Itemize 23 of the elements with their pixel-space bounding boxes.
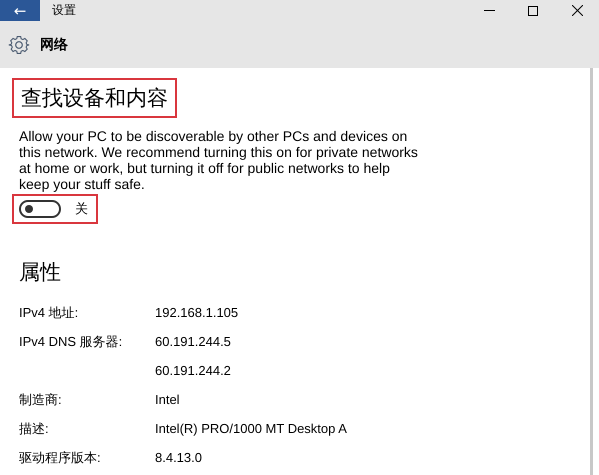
back-button[interactable]: ← — [0, 0, 40, 21]
property-value: 60.191.244.5 — [155, 333, 232, 351]
property-value: 8.4.13.0 — [155, 449, 203, 467]
property-label: IPv4 DNS 服务器: — [19, 333, 124, 351]
property-value: Intel(R) PRO/1000 MT Desktop A — [155, 420, 347, 438]
property-label: 制造商: — [19, 391, 63, 409]
description-text: Allow your PC to be discoverable by other PCs and devices on this network. We recommend turning this on for private networks at home or work, but turning it off for public networks to help keep your stuff safe. — [19, 128, 419, 192]
property-value: Intel — [155, 391, 181, 409]
page-title: 网络 — [40, 36, 68, 54]
toggle-label: 关 — [75, 200, 88, 218]
maximize-icon — [528, 6, 538, 16]
settings-icon — [8, 34, 30, 56]
section-heading: 属性 — [19, 260, 61, 286]
toggle-switch[interactable] — [19, 200, 61, 218]
close-icon — [572, 5, 582, 16]
property-label: 描述: — [19, 420, 50, 438]
window-title: 设置 — [52, 2, 77, 19]
section-heading: 查找设备和内容 — [12, 78, 177, 118]
minimize-icon — [484, 10, 494, 12]
property-value: 192.168.1.105 — [155, 304, 240, 322]
property-value: 60.191.244.2 — [155, 362, 232, 380]
property-label: 驱动程序版本: — [19, 449, 102, 467]
property-label: IPv4 地址: — [19, 304, 80, 322]
